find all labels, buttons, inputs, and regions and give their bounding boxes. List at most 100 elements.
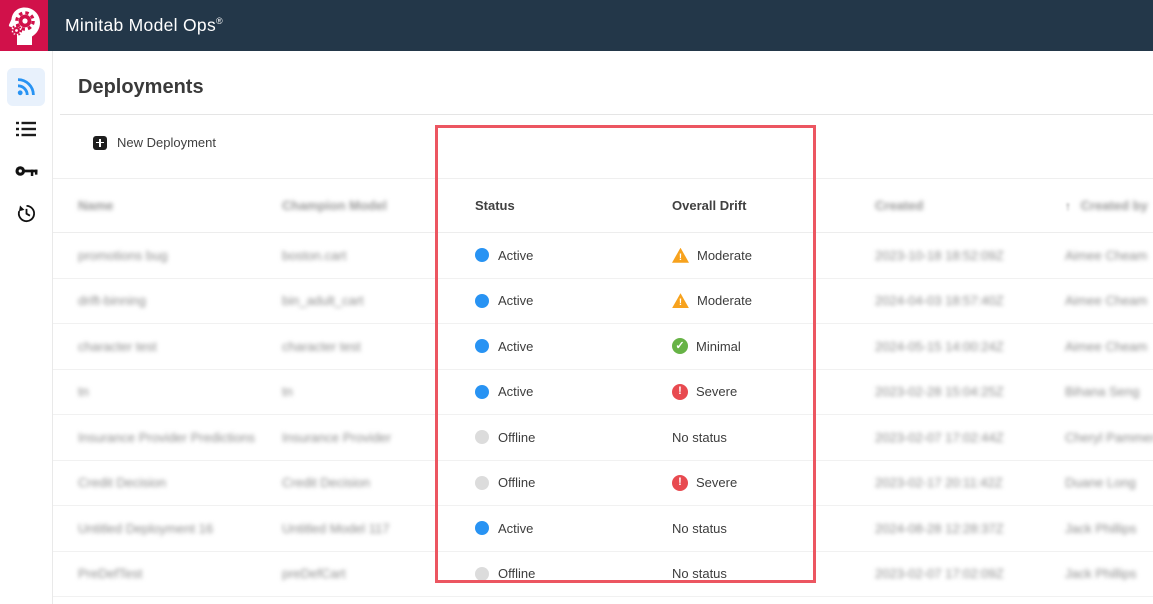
sidebar bbox=[0, 51, 53, 604]
deployment-name: tn bbox=[78, 384, 282, 399]
table-row[interactable]: promotions bug boston.cart Active Modera… bbox=[53, 233, 1153, 279]
created-date: 2024-08-28 12:28:37Z bbox=[875, 521, 1065, 536]
champion-model: bin_adult_cart bbox=[282, 293, 475, 308]
drift-label: No status bbox=[672, 566, 727, 581]
deployment-name: Insurance Provider Predictions bbox=[78, 430, 282, 445]
table-row[interactable]: Credit Decision Credit Decision Offline … bbox=[53, 461, 1153, 507]
new-deployment-button[interactable]: New Deployment bbox=[93, 135, 216, 150]
drift-label: No status bbox=[672, 430, 727, 445]
deployment-name: promotions bug bbox=[78, 248, 282, 263]
history-clock-icon bbox=[16, 203, 37, 224]
created-by: Aimee Cheam bbox=[1065, 248, 1153, 263]
status-cell: Active bbox=[475, 384, 672, 399]
drift-cell: Moderate bbox=[672, 248, 875, 263]
status-label: Offline bbox=[498, 430, 535, 445]
drift-label: Moderate bbox=[697, 248, 752, 263]
sidebar-item-list[interactable] bbox=[7, 110, 45, 148]
drift-cell: Moderate bbox=[672, 293, 875, 308]
status-cell: Offline bbox=[475, 566, 672, 581]
plus-icon bbox=[93, 136, 107, 150]
sidebar-item-api-keys[interactable] bbox=[7, 152, 45, 190]
created-by: Jack Phillips bbox=[1065, 521, 1153, 536]
created-date: 2024-04-03 18:57:40Z bbox=[875, 293, 1065, 308]
status-label: Offline bbox=[498, 566, 535, 581]
status-dot-icon bbox=[475, 430, 489, 444]
champion-model: boston.cart bbox=[282, 248, 475, 263]
top-navbar: Minitab Model Ops® bbox=[0, 0, 1153, 51]
minitab-logo-icon[interactable] bbox=[0, 0, 48, 51]
champion-model: preDefCart bbox=[282, 566, 475, 581]
deployments-table: Name Champion Model Status Overall Drift… bbox=[53, 178, 1153, 597]
status-label: Active bbox=[498, 384, 533, 399]
column-header-status[interactable]: Status bbox=[475, 198, 672, 213]
column-header-name[interactable]: Name bbox=[78, 198, 282, 213]
created-by: Duane Long bbox=[1065, 475, 1153, 490]
column-header-champion-model[interactable]: Champion Model bbox=[282, 198, 475, 213]
rss-icon bbox=[16, 77, 36, 97]
drift-icon bbox=[672, 293, 689, 308]
status-cell: Active bbox=[475, 293, 672, 308]
created-by: Aimee Cheam bbox=[1065, 339, 1153, 354]
table-row[interactable]: Untitled Deployment 16 Untitled Model 11… bbox=[53, 506, 1153, 552]
column-header-created[interactable]: Created bbox=[875, 198, 1065, 213]
sidebar-item-history[interactable] bbox=[7, 194, 45, 232]
table-row[interactable]: character test character test Active Min… bbox=[53, 324, 1153, 370]
main-content: Deployments New Deployment Name Champion… bbox=[53, 51, 1153, 604]
status-dot-icon bbox=[475, 248, 489, 262]
drift-icon bbox=[672, 248, 689, 263]
app-title: Minitab Model Ops® bbox=[65, 15, 223, 36]
champion-model: Insurance Provider bbox=[282, 430, 475, 445]
sidebar-item-deployments[interactable] bbox=[7, 68, 45, 106]
champion-model: character test bbox=[282, 339, 475, 354]
deployment-name: Untitled Deployment 16 bbox=[78, 521, 282, 536]
status-label: Active bbox=[498, 521, 533, 536]
drift-label: Severe bbox=[696, 475, 737, 490]
drift-cell: Severe bbox=[672, 384, 875, 400]
drift-label: No status bbox=[672, 521, 727, 536]
table-row[interactable]: tn tn Active Severe 2023-02-28 15:04:25Z… bbox=[53, 370, 1153, 416]
created-by: Cheryl Pammer bbox=[1065, 430, 1153, 445]
deployment-name: Credit Decision bbox=[78, 475, 282, 490]
status-dot-icon bbox=[475, 567, 489, 581]
drift-cell: No status bbox=[672, 566, 875, 581]
deployment-name: character test bbox=[78, 339, 282, 354]
status-dot-icon bbox=[475, 294, 489, 308]
drift-icon bbox=[672, 475, 688, 491]
champion-model: tn bbox=[282, 384, 475, 399]
status-label: Active bbox=[498, 293, 533, 308]
table-header-row: Name Champion Model Status Overall Drift… bbox=[53, 179, 1153, 233]
table-row[interactable]: drift-binning bin_adult_cart Active Mode… bbox=[53, 279, 1153, 325]
drift-cell: No status bbox=[672, 521, 875, 536]
title-divider bbox=[60, 114, 1153, 115]
sort-ascending-icon: ↑ bbox=[1065, 199, 1071, 213]
status-cell: Active bbox=[475, 521, 672, 536]
status-label: Active bbox=[498, 339, 533, 354]
deployment-name: PreDefTest bbox=[78, 566, 282, 581]
drift-label: Moderate bbox=[697, 293, 752, 308]
status-dot-icon bbox=[475, 385, 489, 399]
registered-trademark: ® bbox=[216, 16, 223, 26]
list-icon bbox=[16, 121, 36, 137]
key-icon bbox=[15, 164, 38, 178]
created-date: 2023-02-07 17:02:44Z bbox=[875, 430, 1065, 445]
drift-icon bbox=[672, 338, 688, 354]
drift-label: Minimal bbox=[696, 339, 741, 354]
champion-model: Untitled Model 117 bbox=[282, 521, 475, 536]
status-cell: Active bbox=[475, 339, 672, 354]
champion-model: Credit Decision bbox=[282, 475, 475, 490]
column-header-created-by[interactable]: ↑ Created by bbox=[1065, 198, 1153, 213]
drift-cell: Minimal bbox=[672, 338, 875, 354]
new-deployment-label: New Deployment bbox=[117, 135, 216, 150]
created-by: Jack Phillips bbox=[1065, 566, 1153, 581]
created-date: 2024-05-15 14:00:24Z bbox=[875, 339, 1065, 354]
status-cell: Offline bbox=[475, 430, 672, 445]
drift-cell: No status bbox=[672, 430, 875, 445]
created-by-header-label: Created by bbox=[1081, 198, 1148, 213]
table-row[interactable]: Insurance Provider Predictions Insurance… bbox=[53, 415, 1153, 461]
table-row[interactable]: PreDefTest preDefCart Offline No status … bbox=[53, 552, 1153, 598]
column-header-overall-drift[interactable]: Overall Drift bbox=[672, 198, 875, 213]
status-cell: Offline bbox=[475, 475, 672, 490]
table-body: promotions bug boston.cart Active Modera… bbox=[53, 233, 1153, 597]
drift-cell: Severe bbox=[672, 475, 875, 491]
drift-icon bbox=[672, 384, 688, 400]
